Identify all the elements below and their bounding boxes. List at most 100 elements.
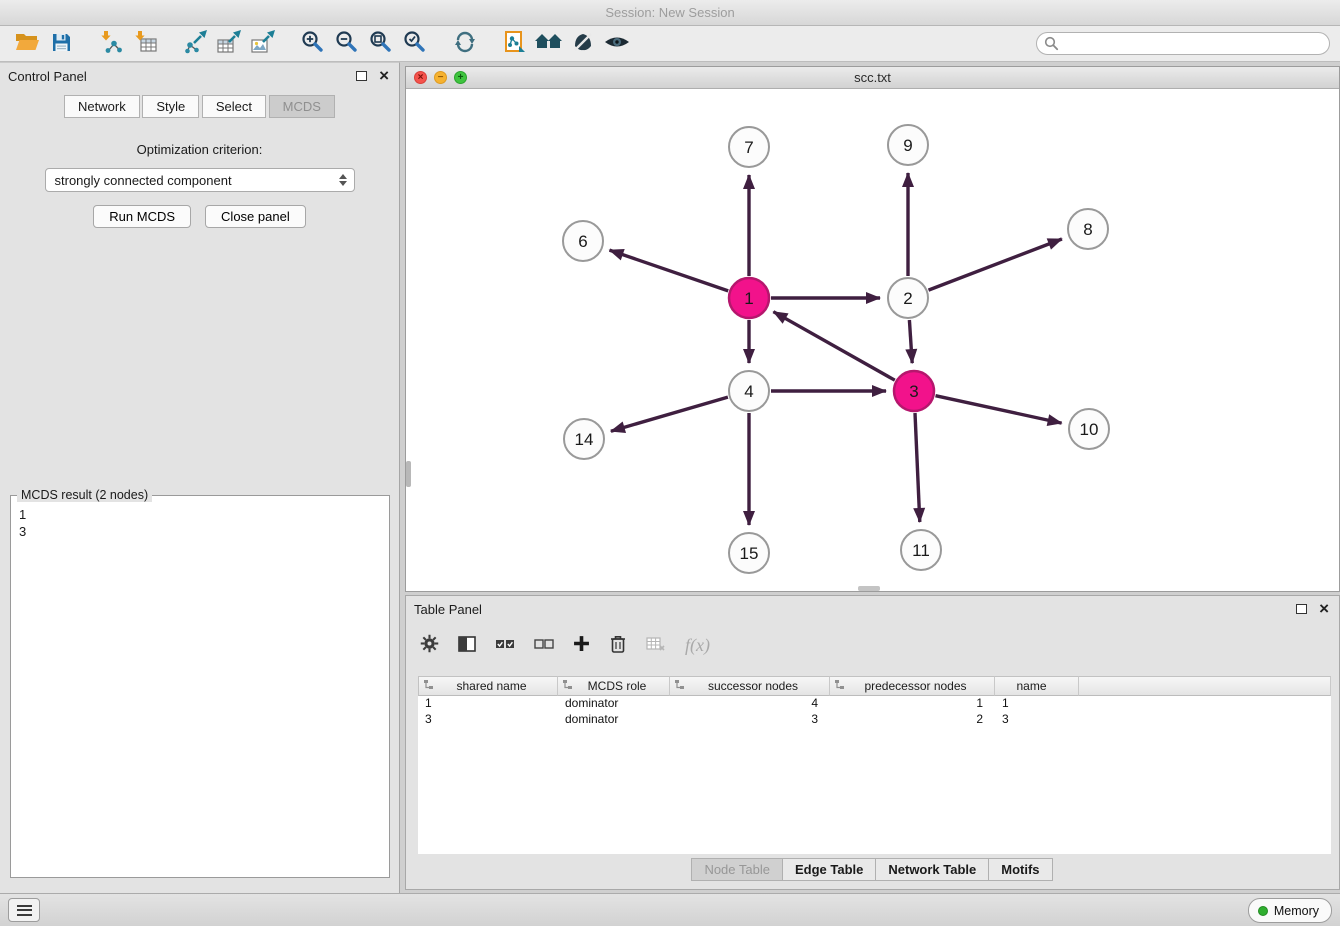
table-row[interactable]: 3 dominator 3 2 3	[418, 712, 1331, 728]
show-columns-button[interactable]	[458, 636, 476, 655]
search-icon	[1044, 36, 1059, 54]
graph-node-4[interactable]: 4	[729, 371, 769, 411]
graph-node-label: 7	[744, 138, 753, 157]
window-minimize-button[interactable]: −	[434, 71, 447, 84]
open-session-button[interactable]	[10, 29, 44, 59]
window-close-button[interactable]: ×	[414, 71, 427, 84]
save-session-button[interactable]	[44, 29, 78, 59]
delete-column-button[interactable]	[609, 634, 627, 657]
eye-button[interactable]	[600, 29, 634, 59]
import-table-icon	[132, 30, 158, 57]
memory-button[interactable]: Memory	[1248, 898, 1332, 923]
network-canvas[interactable]: 7 9 6 8 1 2 4 3 14 10 15 11	[406, 89, 1339, 591]
graph-node-2[interactable]: 2	[888, 278, 928, 318]
graph-node-8[interactable]: 8	[1068, 209, 1108, 249]
select-all-button[interactable]	[495, 637, 515, 654]
status-bar: Memory	[0, 893, 1340, 926]
graph-edge-4-14[interactable]	[611, 397, 728, 431]
zoom-selected-icon	[403, 30, 427, 57]
graph-edge-1-6[interactable]	[610, 250, 729, 291]
graph-edges	[610, 173, 1062, 525]
delete-table-button[interactable]	[646, 636, 666, 655]
fx-button[interactable]: f(x)	[685, 635, 710, 656]
tab-select[interactable]: Select	[202, 95, 266, 118]
graph-edge-2-8[interactable]	[929, 239, 1062, 290]
criterion-dropdown[interactable]: strongly connected component	[45, 168, 355, 192]
run-mcds-button[interactable]: Run MCDS	[93, 205, 191, 228]
network-graph[interactable]: 7 9 6 8 1 2 4 3 14 10 15 11	[406, 89, 1339, 591]
tab-edge-table[interactable]: Edge Table	[782, 858, 876, 881]
column-header-mcds-role[interactable]: MCDS role	[558, 676, 670, 696]
graph-edge-3-10[interactable]	[936, 396, 1062, 423]
tab-mcds[interactable]: MCDS	[269, 95, 335, 118]
export-table-button[interactable]	[212, 29, 246, 59]
column-header-filler	[1079, 676, 1331, 696]
horizontal-scrollbar-thumb[interactable]	[858, 586, 880, 591]
graph-edge-3-11[interactable]	[915, 413, 920, 522]
column-header-shared-name[interactable]: shared name	[418, 676, 558, 696]
import-table-button[interactable]	[128, 29, 162, 59]
sort-icon	[423, 679, 434, 693]
homes-button[interactable]	[532, 29, 566, 59]
memory-label: Memory	[1274, 904, 1319, 918]
graph-edge-2-3[interactable]	[909, 320, 912, 363]
zoom-in-button[interactable]	[296, 29, 330, 59]
task-history-button[interactable]	[8, 898, 40, 922]
add-column-button[interactable]	[573, 635, 590, 655]
window-zoom-button[interactable]: +	[454, 71, 467, 84]
export-image-button[interactable]	[246, 29, 280, 59]
import-network-button[interactable]	[94, 29, 128, 59]
graph-node-3[interactable]: 3	[894, 371, 934, 411]
hide-details-button[interactable]	[566, 29, 600, 59]
close-table-panel-icon[interactable]: ×	[1319, 599, 1329, 619]
refresh-layout-button[interactable]	[448, 29, 482, 59]
checked-boxes-icon	[495, 637, 515, 654]
float-table-panel-icon[interactable]	[1296, 604, 1307, 614]
tab-style[interactable]: Style	[142, 95, 199, 118]
export-network-icon	[182, 30, 208, 57]
graph-node-9[interactable]: 9	[888, 125, 928, 165]
table-row[interactable]: 1 dominator 4 1 1	[418, 696, 1331, 712]
graph-node-7[interactable]: 7	[729, 127, 769, 167]
zoom-selected-button[interactable]	[398, 29, 432, 59]
graph-node-label: 14	[575, 430, 594, 449]
unchecked-boxes-icon	[534, 637, 554, 654]
column-header-name[interactable]: name	[995, 676, 1079, 696]
graph-node-14[interactable]: 14	[564, 419, 604, 459]
graph-node-1[interactable]: 1	[729, 278, 769, 318]
floppy-disk-icon	[51, 32, 72, 56]
vertical-scrollbar-thumb[interactable]	[406, 461, 411, 487]
columns-icon	[458, 636, 476, 655]
cell-shared-name: 3	[418, 712, 558, 728]
zoom-fit-button[interactable]	[364, 29, 398, 59]
mcds-result-box: MCDS result (2 nodes) 1 3	[10, 495, 390, 878]
deselect-all-button[interactable]	[534, 637, 554, 654]
close-panel-button[interactable]: Close panel	[205, 205, 306, 228]
tab-motifs[interactable]: Motifs	[988, 858, 1052, 881]
graph-node-label: 2	[903, 289, 912, 308]
column-header-successor-nodes[interactable]: successor nodes	[670, 676, 830, 696]
graph-node-15[interactable]: 15	[729, 533, 769, 573]
graph-node-10[interactable]: 10	[1069, 409, 1109, 449]
tab-network[interactable]: Network	[64, 95, 140, 118]
optimization-criterion-label: Optimization criterion:	[0, 142, 399, 157]
tab-node-table[interactable]: Node Table	[691, 858, 783, 881]
export-network-button[interactable]	[178, 29, 212, 59]
graph-edge-3-1[interactable]	[773, 312, 894, 381]
sort-icon	[674, 679, 685, 693]
column-header-predecessor-nodes[interactable]: predecessor nodes	[830, 676, 995, 696]
sort-icon	[834, 679, 845, 693]
clone-network-button[interactable]	[498, 29, 532, 59]
search-input[interactable]	[1036, 32, 1330, 55]
graph-node-11[interactable]: 11	[901, 530, 941, 570]
zoom-out-button[interactable]	[330, 29, 364, 59]
cell-successors: 3	[670, 712, 830, 728]
search-box	[1036, 32, 1330, 55]
tab-network-table[interactable]: Network Table	[875, 858, 989, 881]
network-window-titlebar[interactable]: × − + scc.txt	[406, 67, 1339, 89]
mcds-result-content[interactable]: 1 3	[11, 496, 389, 540]
close-panel-icon[interactable]: ×	[379, 66, 389, 86]
graph-node-6[interactable]: 6	[563, 221, 603, 261]
table-mode-button[interactable]	[420, 634, 439, 656]
float-panel-icon[interactable]	[356, 71, 367, 81]
